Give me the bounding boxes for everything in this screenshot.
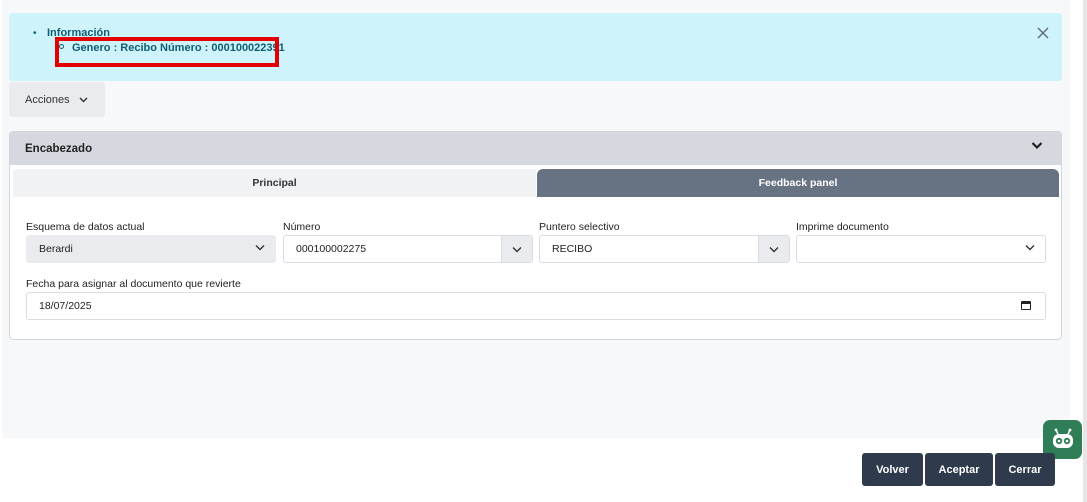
numero-dropdown-button[interactable]: [501, 236, 532, 262]
aceptar-button[interactable]: Aceptar: [925, 453, 993, 486]
tab-feedback-panel[interactable]: Feedback panel: [537, 169, 1059, 197]
numero-combo[interactable]: 000100002275: [283, 235, 533, 263]
scrollbar[interactable]: [1083, 0, 1087, 502]
esquema-value: Berardi: [39, 243, 73, 255]
esquema-label: Esquema de datos actual: [26, 221, 145, 233]
chevron-down-icon: [1025, 245, 1035, 251]
chevron-down-icon[interactable]: [1031, 141, 1043, 153]
esquema-select[interactable]: Berardi: [26, 235, 276, 263]
encabezado-card: Encabezado Principal Feedback panel Esqu…: [9, 131, 1062, 340]
card-title: Encabezado: [25, 142, 93, 155]
puntero-label: Puntero selectivo: [539, 221, 620, 233]
numero-value: 000100002275: [296, 243, 367, 255]
tab-principal[interactable]: Principal: [13, 169, 536, 197]
puntero-value: RECIBO: [552, 243, 593, 255]
fecha-label: Fecha para asignar al documento que revi…: [26, 278, 241, 290]
numero-label: Número: [283, 221, 321, 233]
volver-button[interactable]: Volver: [862, 453, 923, 486]
puntero-combo[interactable]: RECIBO: [539, 235, 790, 263]
highlight-box: [55, 37, 279, 67]
imprime-label: Imprime documento: [796, 221, 889, 233]
tab-bar: Principal Feedback panel: [13, 169, 1059, 197]
fecha-value: 18/07/2025: [39, 300, 92, 312]
chevron-down-icon: [512, 246, 522, 252]
close-icon[interactable]: [1035, 25, 1051, 41]
acciones-label: Acciones: [25, 93, 70, 106]
puntero-dropdown-button[interactable]: [758, 236, 789, 262]
imprime-select[interactable]: [796, 235, 1046, 263]
calendar-icon[interactable]: [1021, 301, 1031, 310]
chevron-down-icon: [255, 245, 265, 251]
chevron-down-icon: [769, 246, 779, 252]
info-alert: • Información Genero : Recibo Número : 0…: [9, 13, 1062, 81]
bullet: •: [33, 28, 37, 39]
fecha-date-input[interactable]: 18/07/2025: [26, 292, 1046, 320]
cerrar-button[interactable]: Cerrar: [995, 453, 1055, 486]
acciones-button[interactable]: Acciones: [9, 82, 105, 117]
chevron-down-icon: [79, 97, 88, 102]
card-header[interactable]: Encabezado: [10, 132, 1061, 165]
